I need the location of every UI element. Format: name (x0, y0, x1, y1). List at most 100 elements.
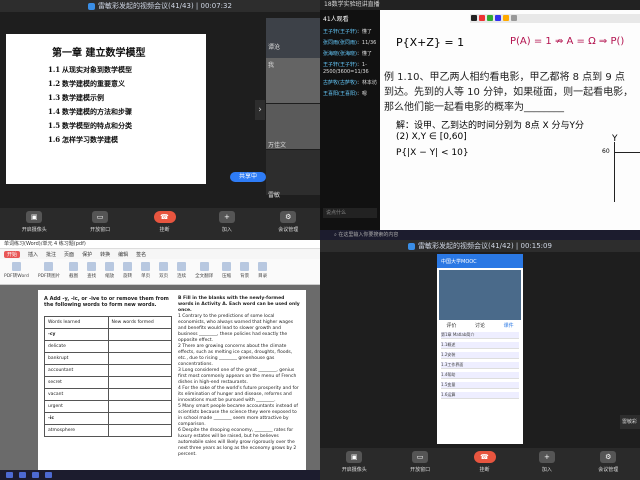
color-red-icon (479, 15, 485, 21)
menu-item[interactable]: 签名 (136, 251, 146, 258)
table-cell: secret (44, 376, 109, 389)
pdf-ribbon: PDF转Word PDF转图片 截图 查找 缩放 旋转 单页 双页 连续 全文翻… (0, 259, 320, 285)
pdf-window: 单词练习(Word)/单元 4 练习题(pdf) 开始 插入 批注 页面 保护 … (0, 240, 320, 480)
meeting-toolbar: ▣ 开启摄像头 ▭ 开放窗口 ☎ 挂断 + 加入 ⚙ 会议管理 (320, 448, 640, 480)
participant-tile[interactable]: 雷敏 (266, 150, 320, 199)
participant-column: 谭沧 我 万佳文 雷敏 (266, 18, 320, 208)
sharing-badge[interactable]: 共享中 (230, 172, 266, 182)
list-item[interactable]: 1.1概述 (441, 342, 519, 349)
manage-button[interactable]: ⚙ 会议管理 (598, 451, 618, 473)
chat-message: 古萨牧(古萨牧)：林本坊 (323, 80, 377, 86)
shield-icon (88, 2, 96, 10)
color-green-icon (487, 15, 493, 21)
background-icon (240, 262, 250, 271)
participant-tile[interactable]: 我 (266, 58, 320, 104)
menu-item[interactable]: 页面 (64, 251, 74, 258)
hangup-icon: ☎ (473, 451, 496, 463)
handwriting-line: P(A) = 1 ⇏ A = Ω ⇒ P() (510, 36, 625, 47)
slide-item: 1.5 数学模型的特点和分类 (48, 121, 132, 130)
camera-button[interactable]: ▣ 开启摄像头 (342, 451, 367, 473)
search-icon (87, 262, 97, 271)
app-tabs: 评价 讨论 课件 (437, 322, 523, 329)
table-cell: delicate (44, 340, 109, 353)
chevron-right-icon[interactable]: › (255, 100, 265, 120)
handwriting-line: P{X+Z} = 1 (396, 36, 465, 49)
list-item[interactable]: 1.6运算 (441, 392, 519, 399)
table-cell: -cy (44, 328, 109, 341)
share-window-button[interactable]: ▭ 开放窗口 (410, 451, 430, 473)
condition-text: (2) X,Y ∈ [0,60] (396, 132, 467, 142)
list-item[interactable]: 1.3工作界面 (441, 362, 519, 369)
menu-item[interactable]: 编辑 (118, 251, 128, 258)
single-page-icon (141, 262, 151, 271)
menu-item[interactable]: 开始 (4, 250, 21, 258)
meeting-title: 雷敏彩发起的视频会议(41/42) | 00:15:09 (418, 242, 552, 250)
tab[interactable]: 讨论 (475, 322, 485, 329)
ribbon-button[interactable]: 压缩 (222, 262, 232, 281)
ribbon-button[interactable]: 缩放 (105, 262, 115, 281)
start-icon[interactable] (6, 472, 13, 478)
table-cell: atmosphere (44, 424, 109, 437)
course-video[interactable] (439, 270, 521, 320)
shield-icon (408, 242, 416, 250)
taskbar-search[interactable]: ⌕ 在这里输入你要搜索的内容 (320, 230, 640, 240)
menu-item[interactable]: 转换 (100, 251, 110, 258)
join-button[interactable]: + 加入 (538, 451, 555, 473)
list-item[interactable]: 1.5变量 (441, 382, 519, 389)
table-cell: urgent (44, 400, 109, 413)
camera-icon: ▣ (346, 451, 363, 463)
ribbon-button[interactable]: 单页 (141, 262, 151, 281)
ribbon-button[interactable]: 查找 (87, 262, 97, 281)
hangup-button[interactable]: ☎ 挂断 (153, 211, 176, 233)
slide-item: 1.4 数学建模的方法和步骤 (48, 107, 132, 116)
ribbon-button[interactable]: 全文翻译 (195, 262, 213, 281)
hangup-button[interactable]: ☎ 挂断 (473, 451, 496, 473)
exercise-b-heading: B Fill in the blanks with the newly-form… (178, 296, 300, 313)
list-item[interactable]: 第1章 Matlab简介 (441, 332, 519, 339)
viewer-count: 41人观看 (323, 16, 349, 23)
chat-input[interactable]: 说点什么 (323, 208, 377, 218)
color-orange-icon (503, 15, 509, 21)
ribbon-button[interactable]: PDF转图片 (38, 262, 60, 281)
menu-item[interactable]: 保护 (82, 251, 92, 258)
join-button[interactable]: + 加入 (218, 211, 235, 233)
slide-item: 1.3 数学建模示例 (48, 93, 104, 102)
participant-name: 雷敏彩 (620, 415, 640, 429)
manage-button[interactable]: ⚙ 会议管理 (278, 211, 298, 233)
tab[interactable]: 课件 (504, 322, 514, 329)
ribbon-button[interactable]: PDF转Word (4, 262, 29, 281)
table-header: Words learned (44, 316, 109, 329)
list-item[interactable]: 1.2安装 (441, 352, 519, 359)
tab[interactable]: 评价 (446, 322, 456, 329)
app-icon[interactable] (19, 472, 26, 478)
meeting-title-bar: 雷敏彩发起的视频会议(41/42) | 00:15:09 (320, 240, 640, 252)
ribbon-button[interactable]: 双页 (159, 262, 169, 281)
ribbon-button[interactable]: 旋转 (123, 262, 133, 281)
zoom-icon (105, 262, 115, 271)
pdf-page: A Add -y, -ic, or -ive to or remove them… (38, 290, 306, 474)
exercise-a-heading: A Add -y, -ic, or -ive to or remove them… (44, 296, 169, 308)
app-icon[interactable] (32, 472, 39, 478)
ribbon-button[interactable]: 连续 (177, 262, 187, 281)
axis-line (614, 152, 640, 153)
ribbon-button[interactable]: 截图 (69, 262, 79, 281)
whiteboard-toolbar[interactable] (470, 14, 640, 23)
meeting-toolbar: ▣ 开启摄像头 ▭ 开放窗口 ☎ 挂断 + 加入 ⚙ 会议管理 (0, 208, 320, 240)
menu-item[interactable]: 批注 (46, 251, 56, 258)
list-item[interactable]: 1.4帮助 (441, 372, 519, 379)
scissors-icon (69, 262, 79, 271)
table-header: New words formed (107, 316, 172, 329)
ribbon-button[interactable]: 目录 (258, 262, 268, 281)
eraser-icon (511, 15, 517, 21)
app-icon[interactable] (45, 472, 52, 478)
windows-taskbar (0, 470, 320, 480)
camera-button[interactable]: ▣ 开启摄像头 (22, 211, 47, 233)
add-user-icon: + (218, 211, 235, 223)
menu-item[interactable]: 插入 (28, 251, 38, 258)
share-window-button[interactable]: ▭ 开放窗口 (90, 211, 110, 233)
participant-tile[interactable]: 万佳文 (266, 104, 320, 150)
hangup-icon: ☎ (153, 211, 176, 223)
slide-item: 1.2 数学建模的重要意义 (48, 79, 125, 88)
ribbon-button[interactable]: 背景 (240, 262, 250, 281)
exercise-b-item: 1 Contrary to the predictions of some lo… (178, 314, 294, 343)
